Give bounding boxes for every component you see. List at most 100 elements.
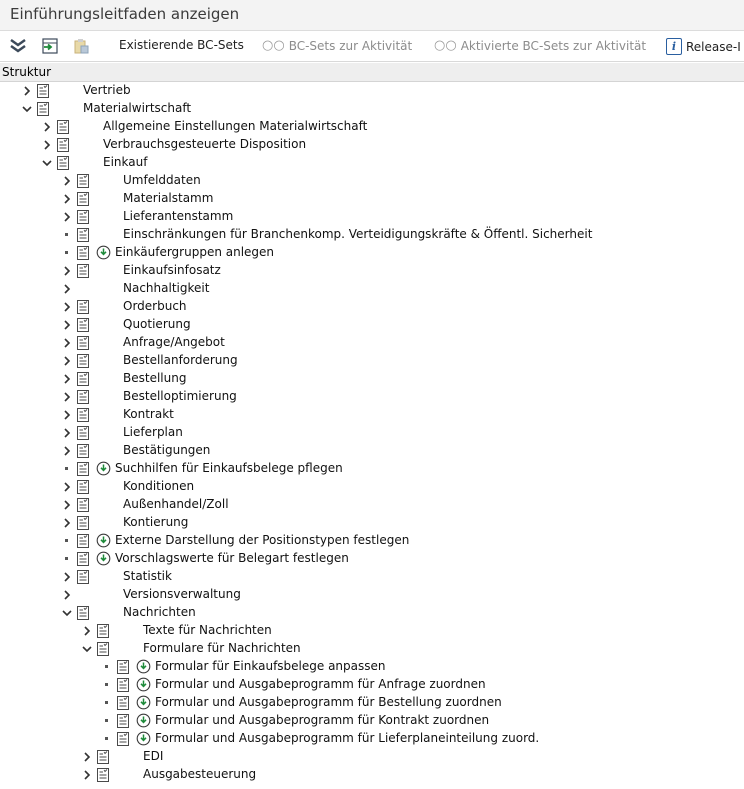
documentation-icon[interactable] bbox=[117, 677, 129, 692]
import-icon[interactable] bbox=[41, 37, 59, 55]
tree-node-label[interactable]: Formular und Ausgabeprogramm für Lieferp… bbox=[155, 731, 539, 745]
documentation-icon[interactable] bbox=[57, 155, 69, 170]
tree-row[interactable]: Kontierung bbox=[0, 514, 744, 532]
tree-node-label[interactable]: Lieferantenstamm bbox=[123, 209, 233, 223]
tree-node-label[interactable]: Materialwirtschaft bbox=[83, 101, 191, 115]
tree-row[interactable]: Umfelddaten bbox=[0, 172, 744, 190]
tree-node-label[interactable]: Formular und Ausgabeprogramm für Anfrage… bbox=[155, 677, 486, 691]
tree-row[interactable]: Einschränkungen für Branchenkomp. Vertei… bbox=[0, 226, 744, 244]
documentation-icon[interactable] bbox=[37, 101, 49, 116]
documentation-icon[interactable] bbox=[77, 605, 89, 620]
tree-node-label[interactable]: Formulare für Nachrichten bbox=[143, 641, 301, 655]
documentation-icon[interactable] bbox=[117, 695, 129, 710]
tree-node-label[interactable]: Konditionen bbox=[123, 479, 194, 493]
documentation-icon[interactable] bbox=[117, 713, 129, 728]
execute-activity-icon[interactable] bbox=[96, 533, 111, 548]
chevron-right-icon[interactable] bbox=[60, 281, 74, 295]
tree-row[interactable]: Einkäufergruppen anlegen bbox=[0, 244, 744, 262]
tree-node-label[interactable]: EDI bbox=[143, 749, 163, 763]
documentation-icon[interactable] bbox=[77, 425, 89, 440]
tree-row[interactable]: Bestätigungen bbox=[0, 442, 744, 460]
execute-activity-icon[interactable] bbox=[136, 713, 151, 728]
chevron-right-icon[interactable] bbox=[60, 299, 74, 313]
tree-row[interactable]: Formular und Ausgabeprogramm für Kontrak… bbox=[0, 712, 744, 730]
tree-row[interactable]: Einkauf bbox=[0, 154, 744, 172]
documentation-icon[interactable] bbox=[77, 479, 89, 494]
tree-node-label[interactable]: Nachhaltigkeit bbox=[123, 281, 209, 295]
execute-activity-icon[interactable] bbox=[96, 551, 111, 566]
documentation-icon[interactable] bbox=[77, 407, 89, 422]
tree-node-label[interactable]: Kontrakt bbox=[123, 407, 174, 421]
tree-row[interactable]: Materialwirtschaft bbox=[0, 100, 744, 118]
tree-row[interactable]: Bestellung bbox=[0, 370, 744, 388]
tree-row[interactable]: Externe Darstellung der Positionstypen f… bbox=[0, 532, 744, 550]
tree-row[interactable]: Nachrichten bbox=[0, 604, 744, 622]
tree-row[interactable]: Ausgabesteuerung bbox=[0, 766, 744, 784]
tree-row[interactable]: Formular und Ausgabeprogramm für Anfrage… bbox=[0, 676, 744, 694]
chevron-down-icon[interactable] bbox=[20, 101, 34, 115]
chevron-down-icon[interactable] bbox=[80, 641, 94, 655]
documentation-icon[interactable] bbox=[77, 497, 89, 512]
chevron-right-icon[interactable] bbox=[60, 407, 74, 421]
documentation-icon[interactable] bbox=[97, 767, 109, 782]
chevron-right-icon[interactable] bbox=[60, 569, 74, 583]
documentation-icon[interactable] bbox=[77, 389, 89, 404]
execute-activity-icon[interactable] bbox=[96, 245, 111, 260]
tree-node-label[interactable]: Bestellanforderung bbox=[123, 353, 238, 367]
execute-activity-icon[interactable] bbox=[136, 731, 151, 746]
chevron-right-icon[interactable] bbox=[60, 515, 74, 529]
tree-node-label[interactable]: Einkäufergruppen anlegen bbox=[115, 245, 274, 259]
existing-bc-sets-button[interactable]: Existierende BC-Sets bbox=[119, 38, 244, 52]
documentation-icon[interactable] bbox=[77, 245, 89, 260]
tree-node-label[interactable]: Umfelddaten bbox=[123, 173, 201, 187]
tree-row[interactable]: Texte für Nachrichten bbox=[0, 622, 744, 640]
tree-node-label[interactable]: Kontierung bbox=[123, 515, 188, 529]
documentation-icon[interactable] bbox=[77, 533, 89, 548]
tree-row[interactable]: Bestelloptimierung bbox=[0, 388, 744, 406]
execute-activity-icon[interactable] bbox=[136, 677, 151, 692]
documentation-icon[interactable] bbox=[117, 731, 129, 746]
tree-node-label[interactable]: Materialstamm bbox=[123, 191, 213, 205]
documentation-icon[interactable] bbox=[77, 227, 89, 242]
tree-row[interactable]: Statistik bbox=[0, 568, 744, 586]
documentation-icon[interactable] bbox=[77, 209, 89, 224]
documentation-icon[interactable] bbox=[77, 443, 89, 458]
tree-row[interactable]: Versionsverwaltung bbox=[0, 586, 744, 604]
tree-node-label[interactable]: Orderbuch bbox=[123, 299, 187, 313]
tree-row[interactable]: Vertrieb bbox=[0, 82, 744, 100]
tree-row[interactable]: Bestellanforderung bbox=[0, 352, 744, 370]
execute-activity-icon[interactable] bbox=[136, 659, 151, 674]
tree-row[interactable]: Orderbuch bbox=[0, 298, 744, 316]
tree-node-label[interactable]: Quotierung bbox=[123, 317, 191, 331]
tree-node-label[interactable]: Texte für Nachrichten bbox=[143, 623, 272, 637]
documentation-icon[interactable] bbox=[57, 119, 69, 134]
execute-activity-icon[interactable] bbox=[136, 695, 151, 710]
chevron-right-icon[interactable] bbox=[40, 119, 54, 133]
chevron-right-icon[interactable] bbox=[60, 317, 74, 331]
chevron-right-icon[interactable] bbox=[60, 389, 74, 403]
documentation-icon[interactable] bbox=[37, 83, 49, 98]
chevron-down-icon[interactable] bbox=[60, 605, 74, 619]
documentation-icon[interactable] bbox=[97, 623, 109, 638]
documentation-icon[interactable] bbox=[77, 191, 89, 206]
chevron-right-icon[interactable] bbox=[60, 335, 74, 349]
tree-row[interactable]: EDI bbox=[0, 748, 744, 766]
tree-row[interactable]: Formular und Ausgabeprogramm für Lieferp… bbox=[0, 730, 744, 748]
chevron-right-icon[interactable] bbox=[60, 587, 74, 601]
tree-row[interactable]: Formular für Einkaufsbelege anpassen bbox=[0, 658, 744, 676]
tree-node-label[interactable]: Nachrichten bbox=[123, 605, 196, 619]
tree-node-label[interactable]: Bestellung bbox=[123, 371, 186, 385]
tree-row[interactable]: Materialstamm bbox=[0, 190, 744, 208]
tree-node-label[interactable]: Vorschlagswerte für Belegart festlegen bbox=[115, 551, 349, 565]
documentation-icon[interactable] bbox=[77, 263, 89, 278]
chevron-right-icon[interactable] bbox=[80, 749, 94, 763]
collapse-all-icon[interactable] bbox=[9, 37, 27, 55]
tree-node-label[interactable]: Versionsverwaltung bbox=[123, 587, 241, 601]
chevron-right-icon[interactable] bbox=[20, 83, 34, 97]
tree-node-label[interactable]: Bestätigungen bbox=[123, 443, 210, 457]
documentation-icon[interactable] bbox=[57, 137, 69, 152]
chevron-right-icon[interactable] bbox=[60, 173, 74, 187]
chevron-right-icon[interactable] bbox=[60, 479, 74, 493]
documentation-icon[interactable] bbox=[77, 299, 89, 314]
tree-row[interactable]: Suchhilfen für Einkaufsbelege pflegen bbox=[0, 460, 744, 478]
